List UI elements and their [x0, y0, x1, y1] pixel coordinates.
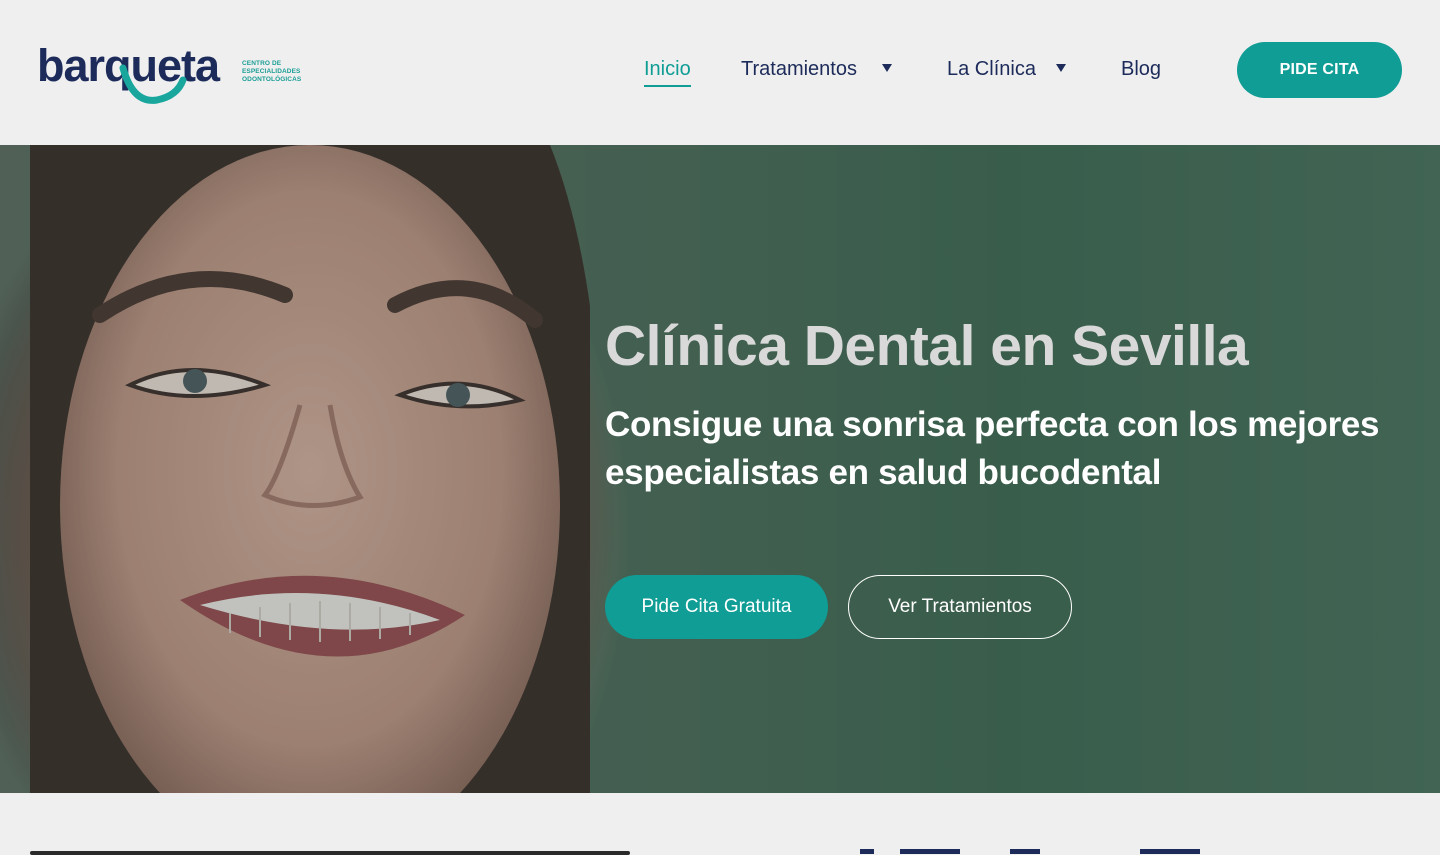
- hero-title: Clínica Dental en Sevilla: [605, 314, 1249, 378]
- nav-item-blog[interactable]: Blog: [1121, 55, 1161, 85]
- section-divider: [30, 851, 630, 855]
- hero-subtitle: Consigue una sonrisa perfecta con los me…: [605, 405, 1380, 492]
- section-heading-partial: [860, 849, 1200, 854]
- ver-tratamientos-button[interactable]: Ver Tratamientos: [848, 575, 1072, 639]
- brand-logo[interactable]: barqueta CENTRO DE ESPECIALIDADES ODONTO…: [37, 38, 302, 108]
- pide-cita-gratuita-button[interactable]: Pide Cita Gratuita: [605, 575, 828, 639]
- hero-banner: Clínica Dental en Sevilla Consigue una s…: [0, 145, 1440, 793]
- logo-smile-icon: [119, 64, 187, 104]
- nav-item-la-clinica[interactable]: La Clínica: [947, 55, 1036, 85]
- logo-subtitle: CENTRO DE ESPECIALIDADES ODONTOLÓGICAS: [242, 60, 302, 83]
- site-header: barqueta CENTRO DE ESPECIALIDADES ODONTO…: [0, 0, 1440, 145]
- chevron-down-icon[interactable]: [882, 64, 892, 72]
- nav-item-tratamientos[interactable]: Tratamientos: [741, 55, 857, 85]
- next-section: [0, 793, 1440, 855]
- chevron-down-icon[interactable]: [1056, 64, 1066, 72]
- nav-item-inicio[interactable]: Inicio: [644, 55, 691, 87]
- pide-cita-button[interactable]: PIDE CITA: [1237, 42, 1402, 98]
